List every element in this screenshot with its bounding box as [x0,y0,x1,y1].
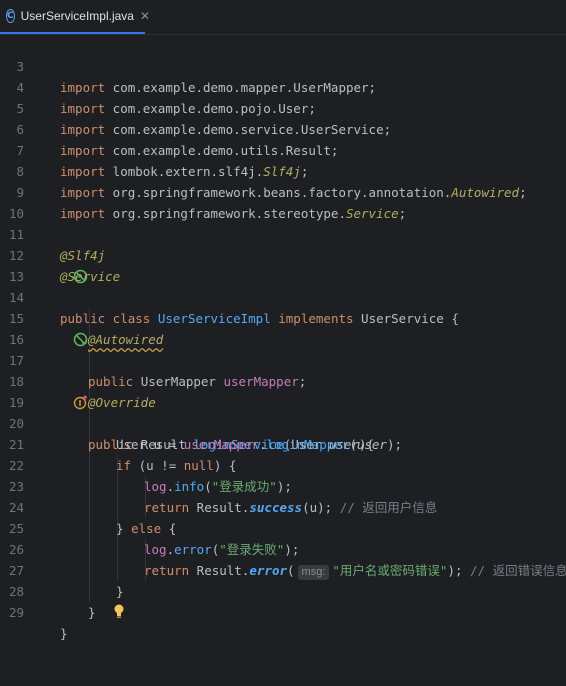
implementation-icon[interactable] [28,248,88,284]
tab-label: UserServiceImpl.java [20,9,134,23]
code-line: 29 } [0,581,566,641]
code-line: 12 @Service [0,224,566,284]
editor-tab-bar: C UserServiceImpl.java ✕ [0,0,566,35]
code-line: 10 [0,182,566,221]
code-line: 13 public class UserServiceImpl implemen… [0,245,566,326]
code-line: 3 import com.example.demo.mapper.UserMap… [0,35,566,95]
code-line: 18 @Override [0,350,566,410]
code-line: 19 I public Result loginService(User use… [0,371,566,452]
code-line: 23 return Result.success(u); // 返回用户信息 [0,455,566,515]
code-line: 14 [0,266,566,305]
code-line: 17 [0,329,566,368]
code-line: 11 @Slf4j [0,203,566,263]
code-line: 5 import com.example.demo.service.UserSe… [0,77,566,137]
tab-userserviceimpl[interactable]: C UserServiceImpl.java ✕ [0,0,150,34]
close-icon[interactable]: ✕ [140,9,150,23]
code-line: 16 public UserMapper userMapper; [0,308,566,389]
lightbulb-icon[interactable] [68,582,125,646]
code-line: 7 import lombok.extern.slf4j.Slf4j; [0,119,566,179]
code-line: 25 log.error("登录失败"); [0,497,566,557]
code-line: 4 import com.example.demo.pojo.User; [0,56,566,116]
code-line: 6 import com.example.demo.utils.Result; [0,98,566,158]
line-number: 29 [8,605,24,620]
code-line: 26 return Result.error(msg: "用户名或密码错误"); … [0,518,566,580]
java-class-icon: C [6,9,15,23]
bean-injection-icon[interactable] [28,311,88,347]
code-line: 24 } else { [0,476,566,536]
code-line: 15 @Autowired [0,287,566,347]
code-line: 8 import org.springframework.beans.facto… [0,140,566,200]
code-line: 21 if (u != null) { [0,413,566,473]
code-line: 27 } [0,539,566,599]
code-line: 20 User u = userMapper.loginMapper(user)… [0,392,566,452]
code-line: 28 } [0,560,566,620]
code-editor[interactable]: 3 import com.example.demo.mapper.UserMap… [0,35,566,641]
code-line: 22 log.info("登录成功"); [0,434,566,494]
code-line: 9 import org.springframework.stereotype.… [0,161,566,221]
override-icon[interactable]: I [28,374,88,410]
